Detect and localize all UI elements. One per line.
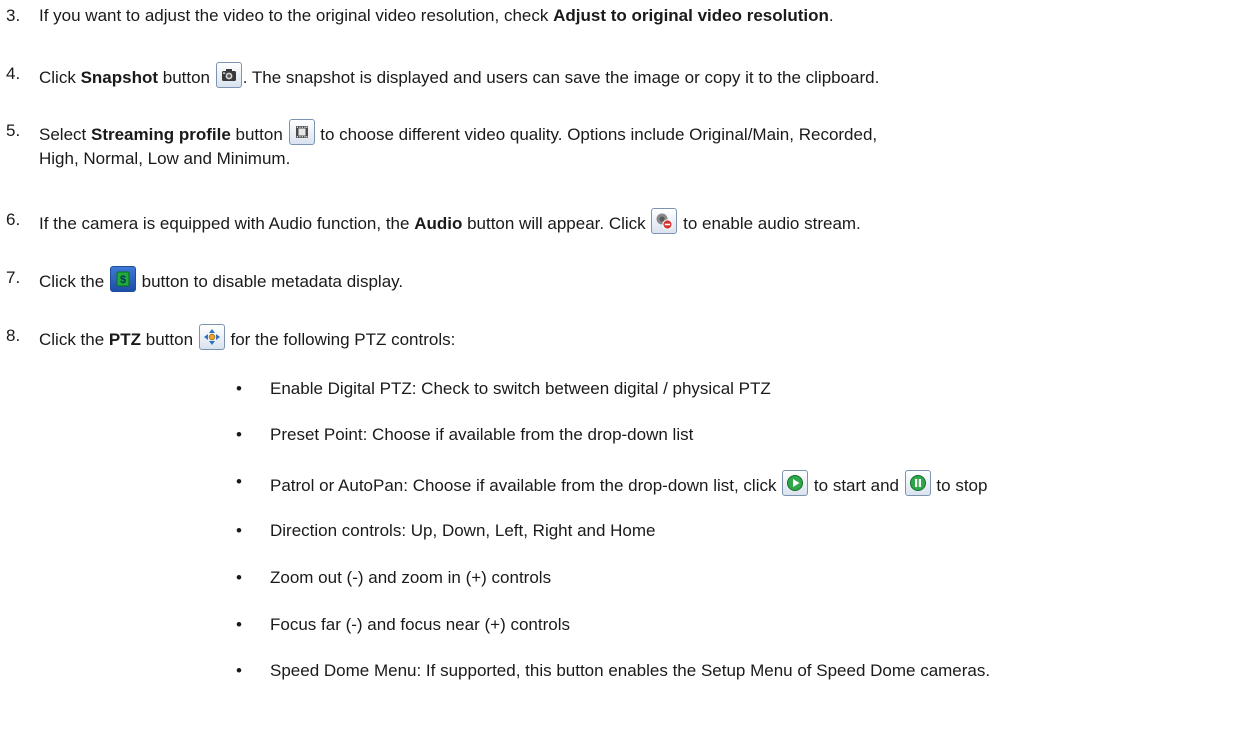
svg-text:$: $ [120, 274, 126, 286]
step-number: 4. [6, 64, 21, 83]
bullet-text: Focus far (-) and focus near (+) control… [270, 615, 570, 634]
list-item: • Preset Point: Choose if available from… [236, 423, 1254, 447]
step-7: 7. Click the $ button to disable metadat… [6, 266, 1254, 294]
step-5: 5. Select Streaming profile button to ch… [6, 119, 1254, 171]
step-text: Select [39, 125, 91, 144]
step-number: 6. [6, 210, 21, 229]
step-text: Click the [39, 272, 109, 291]
bullet-marker: • [236, 568, 242, 587]
step-6: 6. If the camera is equipped with Audio … [6, 208, 1254, 236]
list-item: • Focus far (-) and focus near (+) contr… [236, 613, 1254, 637]
button-name-snapshot: Snapshot [80, 68, 159, 87]
step-text: button [230, 125, 288, 144]
button-name-streaming-profile: Streaming profile [90, 125, 231, 144]
bullet-text: Enable Digital PTZ: Check to switch betw… [270, 379, 771, 398]
step-text: Click [39, 68, 81, 87]
step-text: to choose different video quality. Optio… [315, 125, 878, 144]
play-icon [782, 470, 809, 496]
list-item: • Zoom out (-) and zoom in (+) controls [236, 566, 1254, 590]
step-text: If you want to adjust the video to the o… [39, 6, 554, 25]
ptz-direction-icon [198, 324, 225, 350]
bullet-text: Direction controls: Up, Down, Left, Righ… [270, 521, 656, 540]
bullet-text: to stop [931, 476, 988, 495]
bullet-text: Zoom out (-) and zoom in (+) controls [270, 568, 552, 587]
step-4: 4. Click Snapshot button . The snapshot … [6, 62, 1254, 90]
step-3: 3. If you want to adjust the video to th… [6, 4, 1254, 28]
list-item: • Patrol or AutoPan: Choose if available… [236, 470, 1254, 498]
step-text: to enable audio stream. [678, 214, 861, 233]
button-name-audio: Audio [414, 214, 463, 233]
step-text: button will appear. Click [462, 214, 651, 233]
metadata-icon: $ [109, 266, 136, 292]
step-number: 5. [6, 121, 21, 140]
bullet-marker: • [236, 615, 242, 634]
bullet-text: Patrol or AutoPan: Choose if available f… [270, 476, 782, 495]
step-text: . The snapshot is displayed and users ca… [242, 68, 880, 87]
step-text: button to disable metadata display. [136, 272, 404, 291]
audio-muted-icon [651, 208, 678, 234]
bullet-text: Preset Point: Choose if available from t… [270, 425, 694, 444]
list-item: • Speed Dome Menu: If supported, this bu… [236, 659, 1254, 683]
camera-icon [215, 62, 242, 88]
step-text: If the camera is equipped with Audio fun… [39, 214, 415, 233]
step-text: for the following PTZ controls: [225, 330, 456, 349]
bullet-marker: • [236, 425, 242, 444]
bullet-text: to start and [809, 476, 904, 495]
step-text: button [158, 68, 215, 87]
option-name-adjust-resolution: Adjust to original video resolution [553, 6, 829, 25]
step-text-continued: High, Normal, Low and Minimum. [39, 149, 291, 168]
button-name-ptz: PTZ [108, 330, 142, 349]
pause-icon [904, 470, 931, 496]
bullet-text: Speed Dome Menu: If supported, this butt… [270, 661, 991, 680]
step-number: 8. [6, 326, 21, 345]
step-number: 3. [6, 6, 21, 25]
step-text: button [141, 330, 198, 349]
step-8: 8. Click the PTZ button for the followin… [6, 324, 1254, 352]
step-text: . [828, 6, 834, 25]
step-text: Click the [39, 330, 109, 349]
bullet-marker: • [236, 521, 242, 540]
bullet-marker: • [236, 472, 242, 491]
list-item: • Direction controls: Up, Down, Left, Ri… [236, 519, 1254, 543]
bullet-marker: • [236, 379, 242, 398]
film-strip-icon [288, 119, 315, 145]
bullet-marker: • [236, 661, 242, 680]
step-number: 7. [6, 268, 21, 287]
list-item: • Enable Digital PTZ: Check to switch be… [236, 377, 1254, 401]
